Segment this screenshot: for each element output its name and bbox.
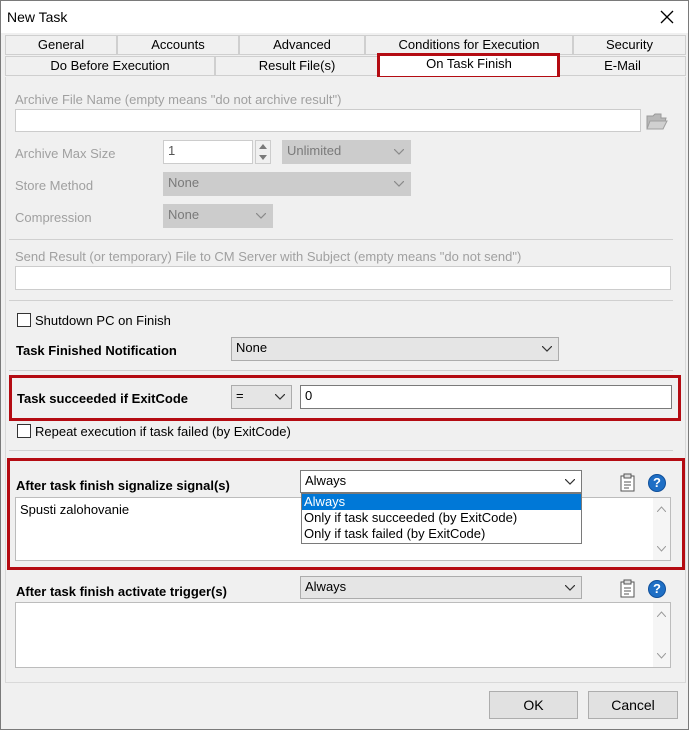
send-result-label: Send Result (or temporary) File to CM Se… bbox=[15, 249, 522, 264]
tab-accounts[interactable]: Accounts bbox=[117, 35, 239, 55]
spin-up-icon bbox=[259, 144, 267, 149]
window-title: New Task bbox=[7, 9, 68, 25]
compression-label: Compression bbox=[15, 210, 92, 225]
tab-strip: General Accounts Advanced Conditions for… bbox=[5, 35, 686, 77]
archive-max-size-label: Archive Max Size bbox=[15, 146, 116, 161]
new-task-dialog: New Task General Accounts Advanced Condi… bbox=[0, 0, 689, 730]
close-icon bbox=[660, 10, 674, 24]
triggers-memo[interactable] bbox=[15, 602, 671, 668]
scroll-up-icon bbox=[657, 611, 666, 617]
tab-result-files[interactable]: Result File(s) bbox=[215, 56, 379, 76]
open-folder-icon[interactable] bbox=[646, 111, 668, 131]
shutdown-label: Shutdown PC on Finish bbox=[35, 313, 171, 328]
spin-down-icon bbox=[259, 155, 267, 160]
shutdown-checkbox[interactable] bbox=[17, 313, 31, 327]
select-value: Always bbox=[305, 579, 347, 594]
cancel-button[interactable]: Cancel bbox=[588, 691, 678, 719]
select-value: None bbox=[168, 207, 200, 222]
max-size-unit-select[interactable]: Unlimited bbox=[282, 140, 411, 164]
select-value: None bbox=[236, 340, 268, 355]
close-button[interactable] bbox=[652, 3, 682, 31]
tab-label: Accounts bbox=[151, 37, 205, 52]
repeat-execution-label: Repeat execution if task failed (by Exit… bbox=[35, 424, 291, 439]
archive-max-size-input[interactable]: 1 bbox=[163, 140, 253, 164]
tab-email[interactable]: E-Mail bbox=[559, 56, 686, 76]
tab-label: Result File(s) bbox=[258, 58, 336, 73]
ok-button[interactable]: OK bbox=[489, 691, 578, 719]
scroll-down-icon bbox=[657, 653, 666, 659]
chevron-down-icon bbox=[542, 346, 552, 352]
tab-label: E-Mail bbox=[604, 58, 641, 73]
title-bar: New Task bbox=[1, 1, 688, 33]
edit-list-icon[interactable] bbox=[619, 579, 637, 599]
compression-select[interactable]: None bbox=[163, 204, 273, 228]
store-method-select[interactable]: None bbox=[163, 172, 411, 196]
separator bbox=[9, 300, 673, 301]
tab-do-before-execution[interactable]: Do Before Execution bbox=[5, 56, 215, 76]
tab-label: General bbox=[37, 37, 85, 52]
separator bbox=[9, 370, 673, 371]
notification-select[interactable]: None bbox=[231, 337, 559, 361]
tab-security[interactable]: Security bbox=[573, 35, 686, 55]
repeat-execution-checkbox[interactable] bbox=[17, 424, 31, 438]
tab-advanced[interactable]: Advanced bbox=[239, 35, 365, 55]
notification-label: Task Finished Notification bbox=[16, 343, 177, 358]
archive-file-name-input[interactable] bbox=[15, 109, 641, 132]
archive-file-name-label: Archive File Name (empty means "do not a… bbox=[15, 92, 342, 107]
chevron-down-icon bbox=[256, 213, 266, 219]
tab-highlight-box bbox=[377, 53, 560, 79]
triggers-scrollbar[interactable] bbox=[653, 603, 670, 667]
exitcode-highlight-box bbox=[9, 375, 681, 421]
tab-label: Do Before Execution bbox=[50, 58, 170, 73]
tab-general[interactable]: General bbox=[5, 35, 117, 55]
separator bbox=[9, 239, 673, 240]
chevron-down-icon bbox=[394, 149, 404, 155]
send-result-subject-input[interactable] bbox=[15, 266, 671, 290]
signals-highlight-box bbox=[7, 458, 685, 570]
tab-label: Conditions for Execution bbox=[398, 37, 540, 52]
tab-label: Security bbox=[606, 37, 653, 52]
help-icon[interactable]: ? bbox=[648, 580, 666, 598]
triggers-label: After task finish activate trigger(s) bbox=[16, 584, 227, 599]
select-value: None bbox=[168, 175, 200, 190]
chevron-down-icon bbox=[565, 584, 575, 591]
max-size-spinner[interactable] bbox=[255, 140, 271, 164]
select-value: Unlimited bbox=[287, 143, 342, 158]
triggers-condition-select[interactable]: Always bbox=[300, 576, 582, 599]
tab-conditions-for-execution[interactable]: Conditions for Execution bbox=[365, 35, 573, 55]
tab-label: Advanced bbox=[273, 37, 331, 52]
separator bbox=[9, 450, 673, 451]
store-method-label: Store Method bbox=[15, 178, 94, 193]
chevron-down-icon bbox=[394, 181, 404, 187]
